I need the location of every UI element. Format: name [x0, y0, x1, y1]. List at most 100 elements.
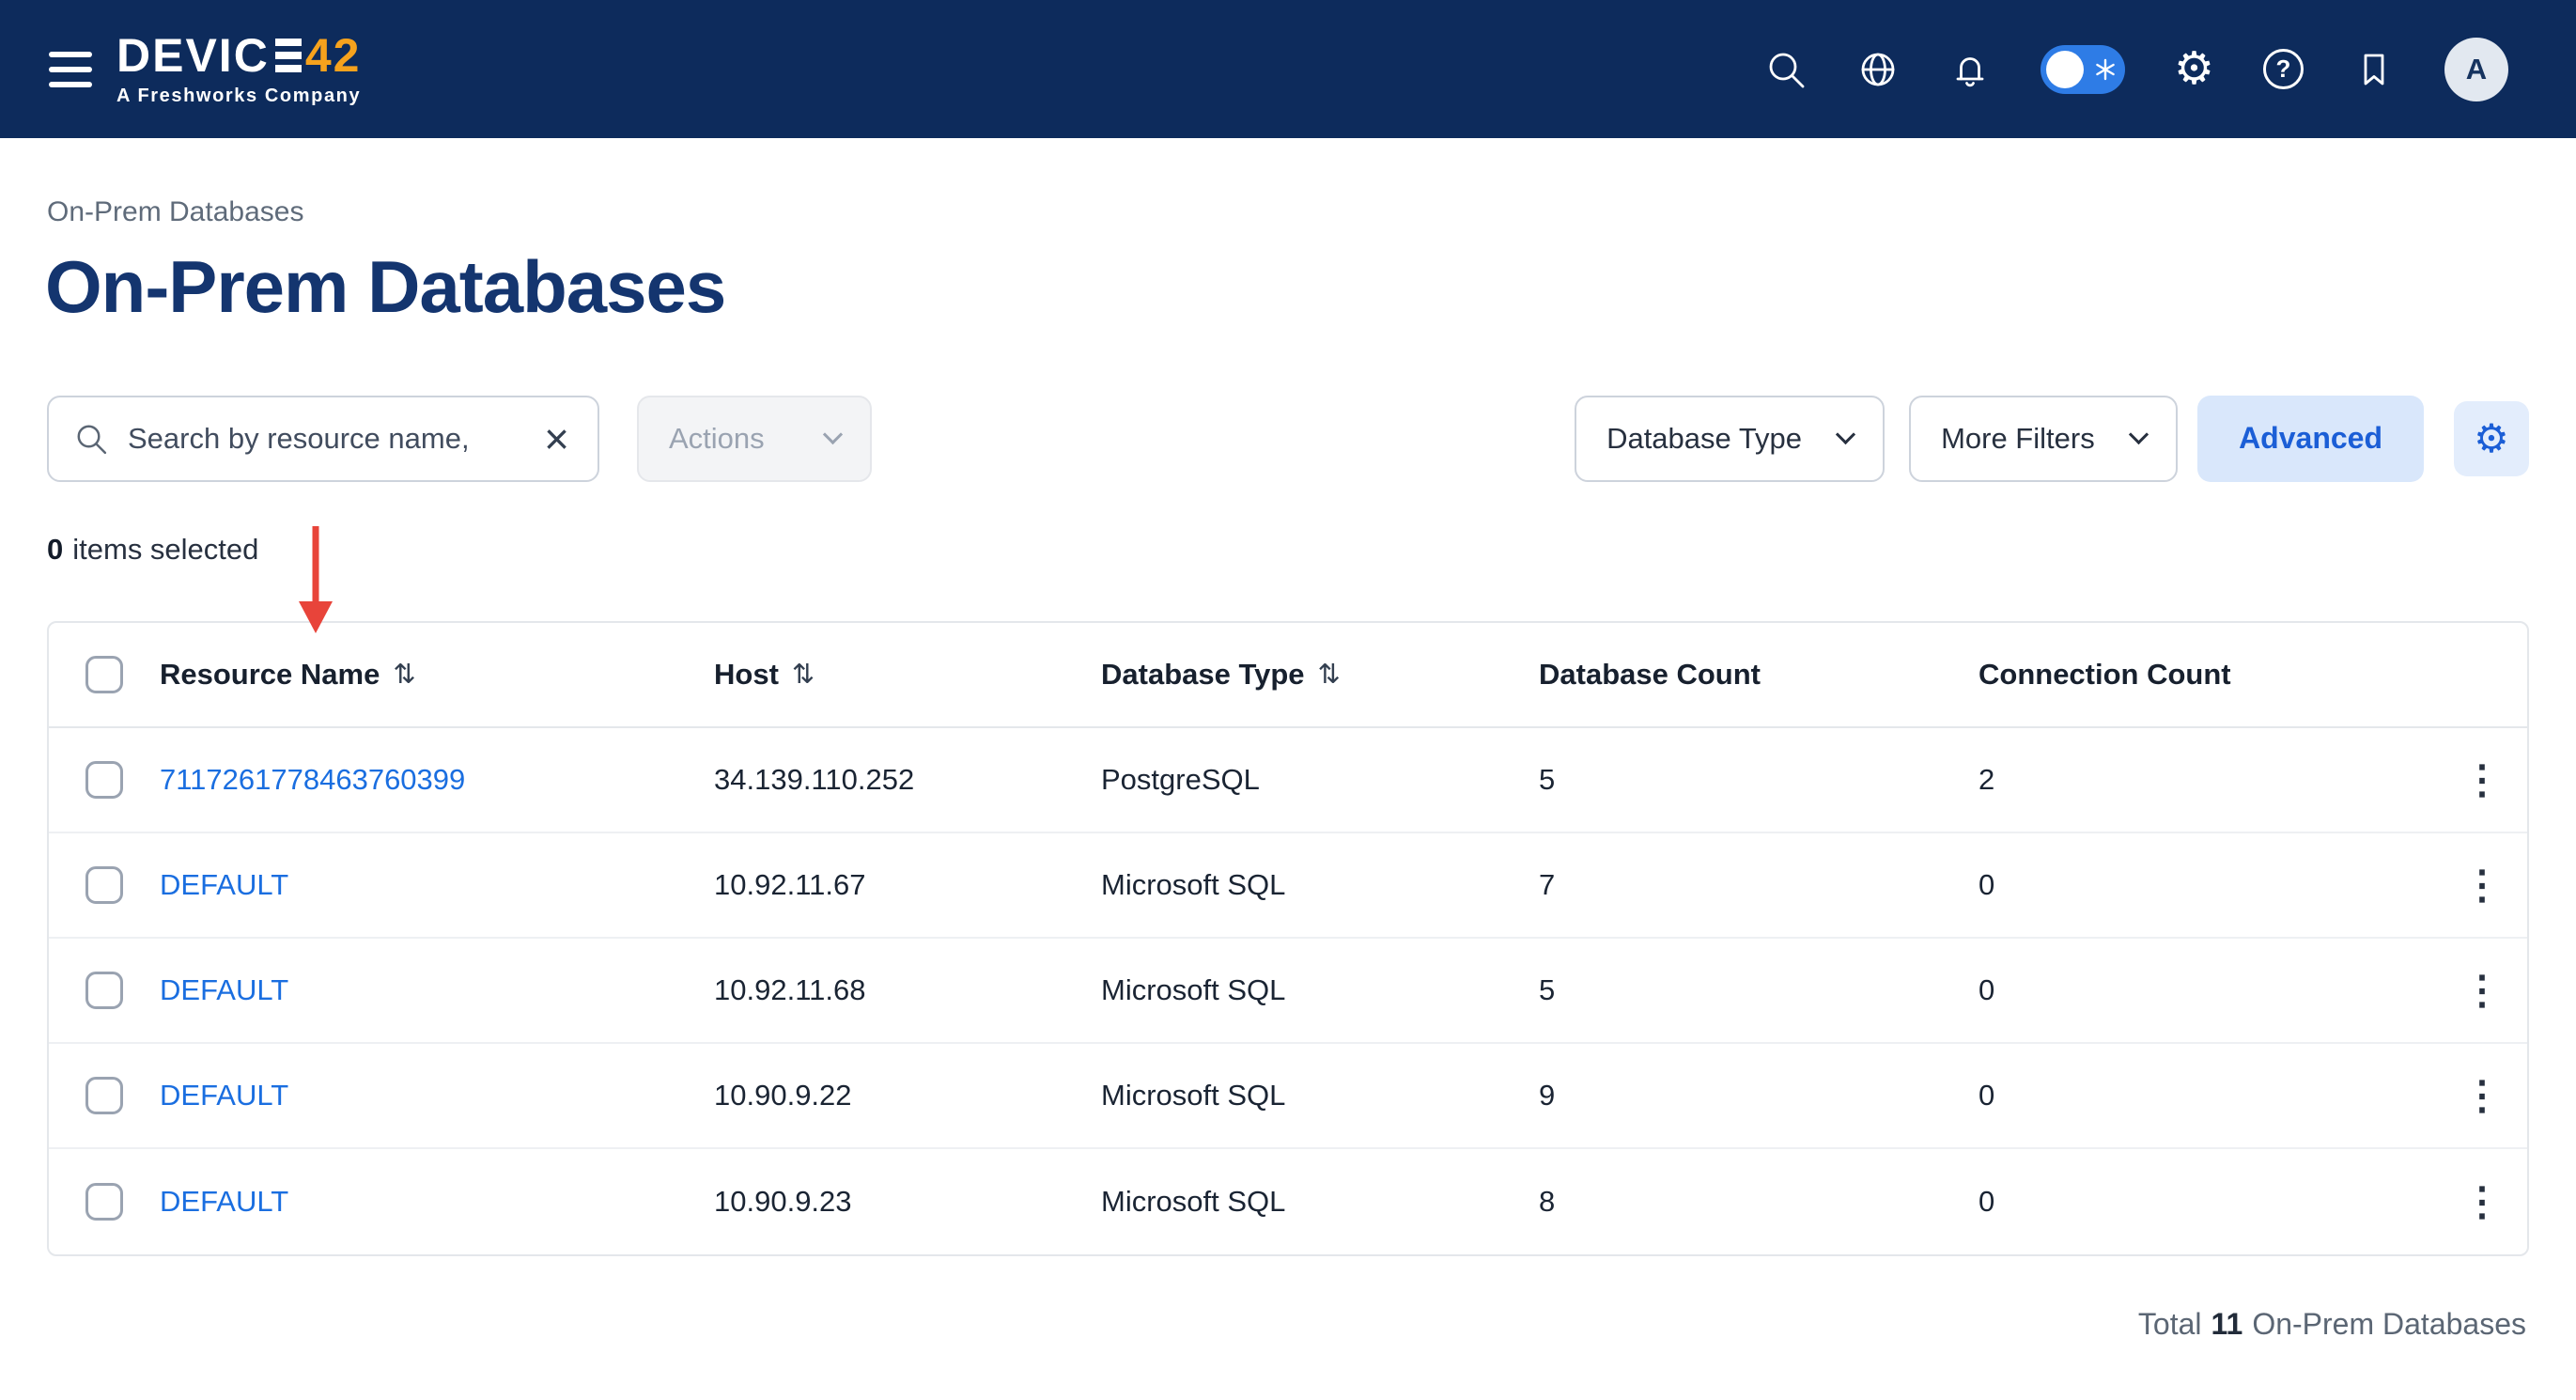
logo-text: DEVIC	[116, 32, 270, 79]
gear-icon[interactable]: ⚙	[2174, 47, 2214, 92]
gear-icon-glyph: ⚙	[2174, 47, 2214, 92]
selection-count: 0 items selected	[47, 533, 2576, 567]
column-label: Database Count	[1539, 658, 1761, 692]
toolbar: × Actions Database Type More Filters Adv…	[47, 396, 2529, 482]
snowflake-icon	[2094, 58, 2117, 81]
toggle-switch[interactable]	[2041, 45, 2125, 94]
selection-label: items selected	[72, 533, 258, 567]
globe-icon-glyph	[1856, 48, 1900, 91]
database-count-cell: 5	[1539, 763, 1979, 797]
chevron-down-icon	[2129, 425, 2149, 444]
bookmark-icon[interactable]	[2352, 48, 2396, 91]
row-checkbox[interactable]	[85, 1077, 123, 1114]
table-settings-button[interactable]: ⚙	[2454, 401, 2529, 476]
host-cell: 10.92.11.68	[714, 973, 1101, 1007]
more-filters-dropdown[interactable]: More Filters	[1909, 396, 2178, 482]
logo[interactable]: DEVIC 42 A Freshworks Company	[116, 32, 361, 107]
search-icon-glyph	[1764, 48, 1808, 91]
bell-icon[interactable]	[1948, 48, 1992, 91]
actions-dropdown[interactable]: Actions	[637, 396, 872, 482]
column-header-database-type[interactable]: Database Type ⇅	[1101, 658, 1539, 692]
resource-link[interactable]: DEFAULT	[160, 973, 288, 1006]
resource-link[interactable]: DEFAULT	[160, 1185, 288, 1218]
navbar-actions: ⚙ ? A	[1764, 38, 2508, 101]
resource-link[interactable]: DEFAULT	[160, 1079, 288, 1112]
row-checkbox[interactable]	[85, 972, 123, 1009]
total-value: 11	[2211, 1307, 2243, 1342]
database-count-cell: 9	[1539, 1079, 1979, 1112]
search-icon[interactable]	[1764, 48, 1808, 91]
sort-icon[interactable]: ⇅	[393, 658, 415, 691]
row-checkbox[interactable]	[85, 1183, 123, 1221]
gear-icon: ⚙	[2474, 419, 2509, 459]
table-row: 7117261778463760399 34.139.110.252 Postg…	[49, 728, 2527, 833]
logo-number: 42	[305, 32, 362, 79]
host-cell: 10.92.11.67	[714, 868, 1101, 902]
sort-icon[interactable]: ⇅	[1318, 658, 1341, 691]
connection-count-cell: 0	[1979, 1185, 2437, 1219]
breadcrumb[interactable]: On-Prem Databases	[47, 196, 2576, 228]
table-row: DEFAULT 10.90.9.22 Microsoft SQL 9 0 ⋮	[49, 1044, 2527, 1149]
database-type-cell: Microsoft SQL	[1101, 1185, 1539, 1219]
total-label: Total	[2138, 1307, 2202, 1342]
search-input-icon	[73, 421, 109, 457]
row-menu-icon[interactable]: ⋮	[2453, 865, 2511, 905]
row-checkbox[interactable]	[85, 866, 123, 904]
row-menu-icon[interactable]: ⋮	[2453, 760, 2511, 800]
globe-icon[interactable]	[1856, 48, 1900, 91]
column-label: Database Type	[1101, 658, 1305, 692]
red-arrow-annotation	[286, 521, 346, 637]
column-label: Resource Name	[160, 658, 380, 692]
bookmark-icon-glyph	[2352, 48, 2396, 91]
table-row: DEFAULT 10.92.11.67 Microsoft SQL 7 0 ⋮	[49, 833, 2527, 939]
chevron-down-icon	[823, 425, 843, 444]
toggle-knob	[2046, 51, 2084, 88]
logo-e-bars-icon	[275, 39, 302, 72]
column-label: Connection Count	[1979, 658, 2231, 692]
bell-icon-glyph	[1948, 48, 1992, 91]
total-count: Total 11 On-Prem Databases	[0, 1307, 2526, 1342]
table-header: Resource Name ⇅ Host ⇅ Database Type ⇅ D…	[49, 623, 2527, 728]
menu-icon[interactable]	[49, 52, 92, 87]
resource-link[interactable]: DEFAULT	[160, 868, 288, 901]
row-menu-icon[interactable]: ⋮	[2453, 1076, 2511, 1115]
host-cell: 34.139.110.252	[714, 763, 1101, 797]
connection-count-cell: 0	[1979, 973, 2437, 1007]
column-label: Host	[714, 658, 779, 692]
avatar-initial: A	[2466, 53, 2487, 86]
table-row: DEFAULT 10.92.11.68 Microsoft SQL 5 0 ⋮	[49, 939, 2527, 1044]
host-cell: 10.90.9.23	[714, 1185, 1101, 1219]
database-type-label: Database Type	[1606, 422, 1802, 456]
more-filters-label: More Filters	[1941, 422, 2095, 456]
help-icon[interactable]: ?	[2263, 49, 2304, 89]
search-input[interactable]	[126, 421, 523, 457]
row-checkbox[interactable]	[85, 761, 123, 799]
clear-search-icon[interactable]: ×	[540, 417, 573, 460]
row-menu-icon[interactable]: ⋮	[2453, 971, 2511, 1010]
database-type-cell: Microsoft SQL	[1101, 868, 1539, 902]
sort-icon[interactable]: ⇅	[792, 658, 815, 691]
database-count-cell: 5	[1539, 973, 1979, 1007]
logo-subtitle: A Freshworks Company	[116, 86, 361, 107]
databases-table: Resource Name ⇅ Host ⇅ Database Type ⇅ D…	[47, 621, 2529, 1256]
host-cell: 10.90.9.22	[714, 1079, 1101, 1112]
table-row: DEFAULT 10.90.9.23 Microsoft SQL 8 0 ⋮	[49, 1149, 2527, 1254]
select-all-checkbox[interactable]	[85, 656, 123, 693]
database-type-dropdown[interactable]: Database Type	[1575, 396, 1885, 482]
column-header-connection-count: Connection Count	[1979, 658, 2437, 692]
actions-label: Actions	[669, 422, 765, 456]
column-header-host[interactable]: Host ⇅	[714, 658, 1101, 692]
column-header-database-count: Database Count	[1539, 658, 1979, 692]
advanced-button[interactable]: Advanced	[2197, 396, 2424, 482]
column-header-resource-name[interactable]: Resource Name ⇅	[160, 658, 714, 692]
search-box: ×	[47, 396, 599, 482]
row-menu-icon[interactable]: ⋮	[2453, 1182, 2511, 1221]
database-type-cell: PostgreSQL	[1101, 763, 1539, 797]
connection-count-cell: 2	[1979, 763, 2437, 797]
avatar[interactable]: A	[2444, 38, 2508, 101]
selection-number: 0	[47, 533, 63, 567]
top-navbar: DEVIC 42 A Freshworks Company	[0, 0, 2576, 138]
connection-count-cell: 0	[1979, 868, 2437, 902]
resource-link[interactable]: 7117261778463760399	[160, 763, 465, 796]
connection-count-cell: 0	[1979, 1079, 2437, 1112]
